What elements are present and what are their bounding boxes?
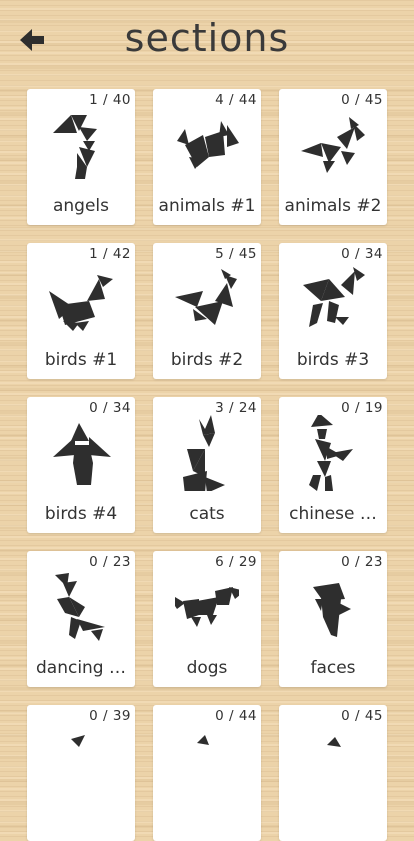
section-label: dancing …	[35, 658, 127, 678]
section-label: angels	[52, 196, 110, 216]
tangram-bird-1-icon	[49, 275, 113, 331]
tangram-partial-icon	[327, 737, 341, 747]
tangram-bird-3-icon	[303, 267, 365, 327]
section-progress: 1 / 42	[89, 246, 131, 262]
tangram-bird-2-icon	[175, 269, 237, 325]
section-card-faces[interactable]: 0 / 23 faces	[279, 551, 387, 687]
tangram-angel-icon	[53, 115, 97, 179]
section-label: birds #4	[44, 504, 118, 524]
section-progress: 0 / 23	[89, 554, 131, 570]
section-label: animals #2	[284, 196, 382, 216]
section-progress: 1 / 40	[89, 92, 131, 108]
section-card-birds-4[interactable]: 0 / 34 birds #4	[27, 397, 135, 533]
section-card-dogs[interactable]: 6 / 29 dogs	[153, 551, 261, 687]
section-progress: 0 / 44	[215, 708, 257, 724]
tangram-dog-icon	[175, 587, 239, 627]
tangram-dancer-icon	[55, 573, 105, 641]
section-progress: 6 / 29	[215, 554, 257, 570]
tangram-animal-icon	[177, 121, 239, 169]
section-progress: 4 / 44	[215, 92, 257, 108]
section-card-animals-2[interactable]: 0 / 45 animals #2	[279, 89, 387, 225]
section-label: dogs	[186, 658, 228, 678]
section-progress: 5 / 45	[215, 246, 257, 262]
section-label: animals #1	[158, 196, 256, 216]
section-progress: 0 / 19	[341, 400, 383, 416]
tangram-cat-icon	[183, 415, 225, 491]
section-label: birds #3	[296, 350, 370, 370]
section-card-chinese[interactable]: 0 / 19 chinese …	[279, 397, 387, 533]
tangram-animal-2-icon	[301, 117, 365, 173]
section-label: birds #2	[170, 350, 244, 370]
tangram-face-icon	[313, 583, 351, 637]
section-grid: 1 / 40 angels 4 / 44 animals #1 0 / 45 a…	[0, 0, 414, 841]
tangram-partial-icon	[197, 735, 209, 745]
section-progress: 0 / 23	[341, 554, 383, 570]
section-progress: 0 / 39	[89, 708, 131, 724]
section-card-birds-1[interactable]: 1 / 42 birds #1	[27, 243, 135, 379]
tangram-partial-icon	[71, 735, 85, 747]
section-label: faces	[310, 658, 356, 678]
section-card-row5-1[interactable]: 0 / 39	[27, 705, 135, 841]
section-label: birds #1	[44, 350, 118, 370]
section-progress: 3 / 24	[215, 400, 257, 416]
section-progress: 0 / 34	[89, 400, 131, 416]
section-card-birds-3[interactable]: 0 / 34 birds #3	[279, 243, 387, 379]
section-card-birds-2[interactable]: 5 / 45 birds #2	[153, 243, 261, 379]
tangram-chinese-figure-icon	[309, 415, 353, 491]
section-card-row5-3[interactable]: 0 / 45	[279, 705, 387, 841]
section-label: cats	[189, 504, 225, 524]
section-label: chinese …	[289, 504, 377, 524]
section-card-row5-2[interactable]: 0 / 44	[153, 705, 261, 841]
section-card-animals-1[interactable]: 4 / 44 animals #1	[153, 89, 261, 225]
section-card-cats[interactable]: 3 / 24 cats	[153, 397, 261, 533]
section-card-dancing[interactable]: 0 / 23 dancing …	[27, 551, 135, 687]
section-progress: 0 / 45	[341, 708, 383, 724]
section-card-angels[interactable]: 1 / 40 angels	[27, 89, 135, 225]
tangram-bird-4-icon	[53, 423, 111, 485]
section-progress: 0 / 34	[341, 246, 383, 262]
section-progress: 0 / 45	[341, 92, 383, 108]
